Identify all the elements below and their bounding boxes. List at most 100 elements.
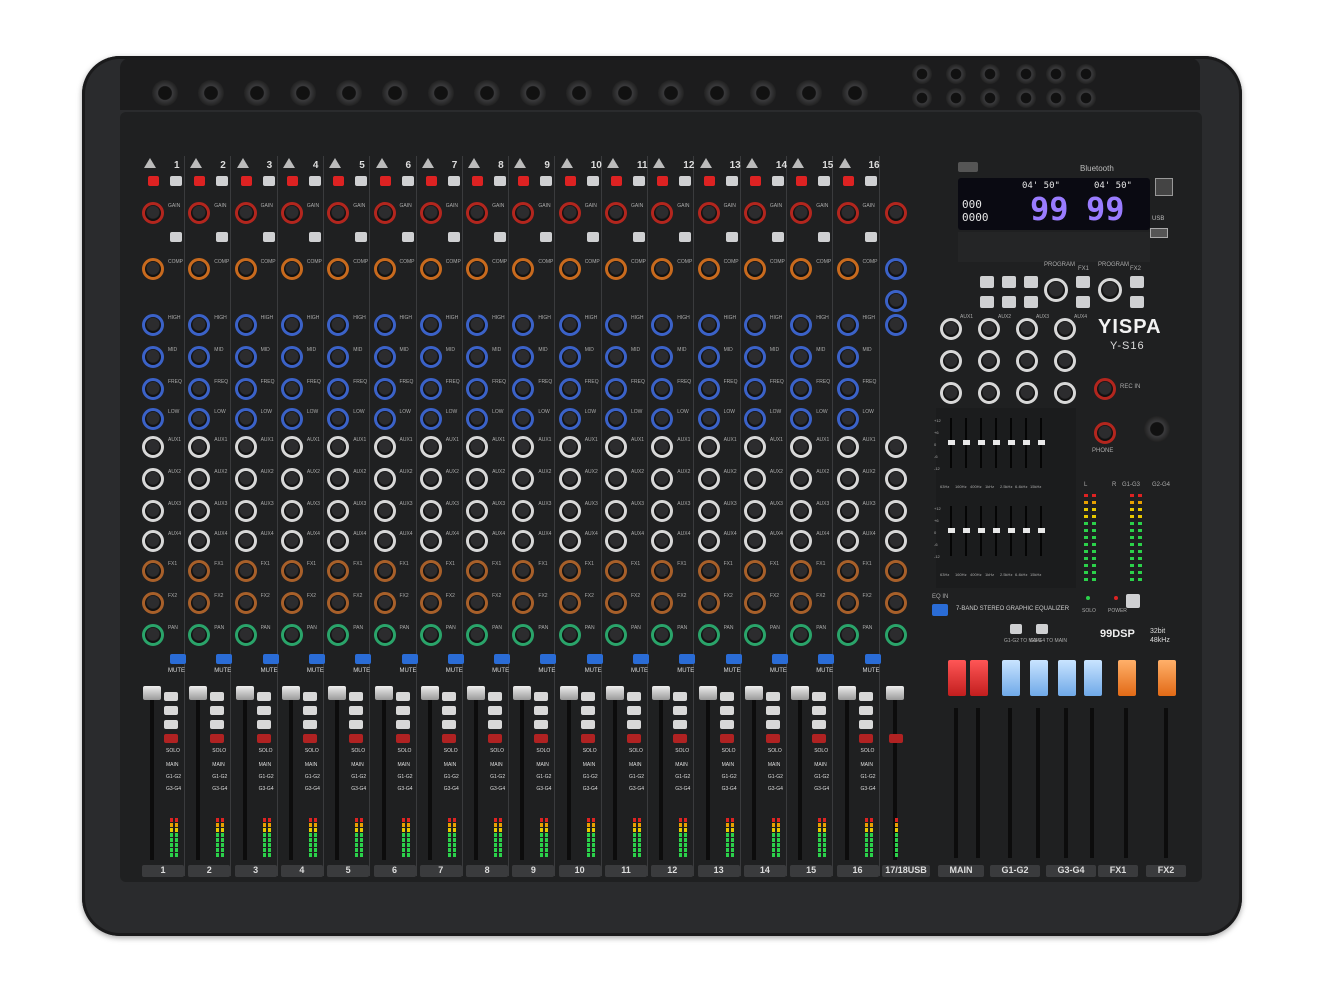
assign-button[interactable] bbox=[395, 720, 410, 729]
gain-knob[interactable] bbox=[558, 202, 581, 224]
phantom-power-switch[interactable] bbox=[379, 176, 391, 186]
pan-knob[interactable] bbox=[605, 624, 627, 646]
aux3-knob[interactable] bbox=[234, 500, 257, 522]
eq-low-knob[interactable] bbox=[743, 408, 766, 430]
fx2-knob[interactable] bbox=[280, 592, 303, 614]
aux4-knob[interactable] bbox=[836, 530, 859, 552]
geq-slider[interactable] bbox=[993, 528, 1000, 533]
fx2-knob[interactable] bbox=[419, 592, 442, 614]
rear-aux-jack[interactable] bbox=[1016, 88, 1036, 108]
aux-master-knob[interactable] bbox=[978, 382, 1000, 404]
eq-high-knob[interactable] bbox=[743, 314, 766, 336]
aux-master-knob[interactable] bbox=[940, 350, 962, 372]
solo-button[interactable] bbox=[858, 734, 873, 743]
aux4-knob[interactable] bbox=[697, 530, 720, 552]
usb-fader[interactable] bbox=[885, 686, 904, 700]
geq-slider[interactable] bbox=[1008, 440, 1015, 445]
aux1-knob[interactable] bbox=[836, 436, 859, 458]
high-pass-switch[interactable] bbox=[355, 176, 368, 186]
aux-master-knob[interactable] bbox=[978, 318, 1000, 340]
gain-knob[interactable] bbox=[280, 202, 303, 224]
aux2-knob[interactable] bbox=[558, 468, 581, 490]
aux-master-knob[interactable] bbox=[1054, 382, 1076, 404]
assign-button[interactable] bbox=[302, 692, 317, 701]
gain-knob[interactable] bbox=[234, 202, 257, 224]
eq-high-knob[interactable] bbox=[466, 314, 489, 336]
usb-pan-knob[interactable] bbox=[884, 624, 907, 646]
gain-knob[interactable] bbox=[142, 202, 164, 224]
fx1-knob[interactable] bbox=[466, 560, 489, 582]
eq-high-knob[interactable] bbox=[558, 314, 581, 336]
channel-fader[interactable] bbox=[559, 686, 578, 700]
comp-knob[interactable] bbox=[605, 258, 627, 280]
mute-button[interactable] bbox=[771, 654, 788, 664]
comp-knob[interactable] bbox=[142, 258, 164, 280]
phantom-power-switch[interactable] bbox=[425, 176, 437, 186]
eq-low-knob[interactable] bbox=[558, 408, 581, 430]
fx1-program-knob[interactable] bbox=[1044, 278, 1068, 302]
rear-aux-jack[interactable] bbox=[1046, 88, 1066, 108]
aux3-knob[interactable] bbox=[558, 500, 581, 522]
assign-button[interactable] bbox=[627, 720, 641, 729]
eq-freq-knob[interactable] bbox=[373, 378, 396, 400]
aux3-knob[interactable] bbox=[419, 500, 442, 522]
mute-button[interactable] bbox=[540, 654, 557, 664]
geq-slider[interactable] bbox=[1038, 440, 1045, 445]
geq-slider[interactable] bbox=[978, 528, 985, 533]
assign-button[interactable] bbox=[256, 692, 271, 701]
aux1-knob[interactable] bbox=[419, 436, 442, 458]
solo-button[interactable] bbox=[627, 734, 641, 743]
assign-button[interactable] bbox=[164, 720, 178, 729]
high-pass-switch[interactable] bbox=[586, 176, 599, 186]
eq-mid-knob[interactable] bbox=[234, 346, 257, 368]
geq-slider[interactable] bbox=[1008, 528, 1015, 533]
pad-switch[interactable] bbox=[216, 232, 229, 242]
assign-button[interactable] bbox=[256, 720, 271, 729]
aux-master-knob[interactable] bbox=[940, 382, 962, 404]
mute-button[interactable] bbox=[355, 654, 372, 664]
eq-mid-knob[interactable] bbox=[836, 346, 859, 368]
eq-freq-knob[interactable] bbox=[697, 378, 720, 400]
fx1-button[interactable] bbox=[1076, 276, 1090, 288]
fx2-knob[interactable] bbox=[558, 592, 581, 614]
channel-fader[interactable] bbox=[652, 686, 671, 700]
eq-high-knob[interactable] bbox=[234, 314, 257, 336]
pad-switch[interactable] bbox=[725, 232, 738, 242]
high-pass-switch[interactable] bbox=[170, 176, 182, 186]
aux4-knob[interactable] bbox=[466, 530, 489, 552]
aux2-knob[interactable] bbox=[142, 468, 164, 490]
mute-button[interactable] bbox=[725, 654, 742, 664]
assign-button[interactable] bbox=[719, 692, 734, 701]
assign-button[interactable] bbox=[580, 692, 595, 701]
eq-mid-knob[interactable] bbox=[743, 346, 766, 368]
pan-knob[interactable] bbox=[558, 624, 581, 646]
usb-a-port[interactable] bbox=[1150, 228, 1168, 238]
high-pass-switch[interactable] bbox=[308, 176, 321, 186]
rear-xlr-jack[interactable] bbox=[704, 80, 730, 106]
pad-switch[interactable] bbox=[864, 232, 877, 242]
assign-button[interactable] bbox=[302, 706, 317, 715]
pad-switch[interactable] bbox=[447, 232, 460, 242]
channel-fader[interactable] bbox=[791, 686, 810, 700]
mute-button[interactable] bbox=[401, 654, 418, 664]
comp-knob[interactable] bbox=[234, 258, 257, 280]
phantom-power-switch[interactable] bbox=[333, 176, 345, 186]
player-button[interactable] bbox=[980, 296, 994, 308]
channel-fader[interactable] bbox=[698, 686, 717, 700]
phantom-power-switch[interactable] bbox=[796, 176, 808, 186]
phantom-power-switch[interactable] bbox=[842, 176, 854, 186]
aux1-knob[interactable] bbox=[280, 436, 303, 458]
mute-button[interactable] bbox=[216, 654, 233, 664]
fx2-knob[interactable] bbox=[697, 592, 720, 614]
assign-button[interactable] bbox=[812, 692, 827, 701]
usb-fx-knob[interactable] bbox=[884, 592, 907, 614]
g1g2-to-main-button[interactable] bbox=[1010, 624, 1022, 634]
master-fader[interactable] bbox=[1002, 660, 1020, 696]
aux-master-knob[interactable] bbox=[1016, 350, 1038, 372]
channel-fader[interactable] bbox=[744, 686, 763, 700]
fx1-knob[interactable] bbox=[605, 560, 627, 582]
eq-mid-knob[interactable] bbox=[373, 346, 396, 368]
gain-knob[interactable] bbox=[373, 202, 396, 224]
solo-button[interactable] bbox=[719, 734, 734, 743]
channel-fader[interactable] bbox=[281, 686, 300, 700]
